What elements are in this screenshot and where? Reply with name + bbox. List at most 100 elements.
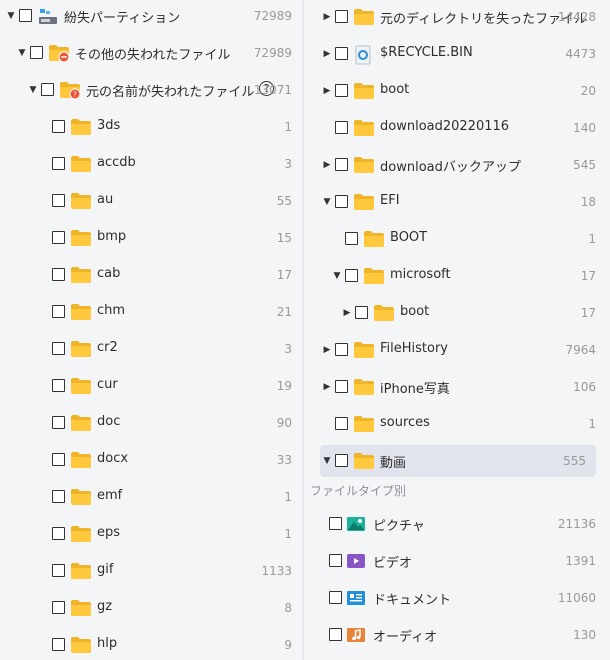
row-label: FileHistory (380, 341, 449, 356)
tree-row[interactable]: chm 21 (0, 296, 302, 328)
tree-row[interactable]: cur 19 (0, 370, 302, 402)
tree-row[interactable]: emf 1 (0, 481, 302, 513)
row-checkbox[interactable] (355, 306, 368, 319)
expand-arrow-down-icon[interactable]: ▼ (28, 85, 38, 95)
row-checkbox[interactable] (52, 305, 65, 318)
row-checkbox[interactable] (52, 342, 65, 355)
row-label: microsoft (390, 267, 451, 282)
row-checkbox[interactable] (335, 121, 348, 134)
tree-row[interactable]: ▶ 元のディレクトリを失ったファイル 14428 (304, 1, 606, 33)
tree-row[interactable]: hlp 9 (0, 629, 302, 660)
row-label: ピクチャ (373, 519, 425, 534)
row-checkbox[interactable] (335, 343, 348, 356)
filetype-row[interactable]: オーディオ 130 (304, 619, 606, 651)
row-checkbox[interactable] (335, 417, 348, 430)
row-count: 18 (580, 195, 596, 209)
expand-arrow-down-icon[interactable]: ▼ (332, 271, 342, 281)
tree-row[interactable]: docx 33 (0, 444, 302, 476)
expand-arrow-right-icon[interactable]: ▶ (322, 382, 332, 392)
row-checkbox[interactable] (52, 268, 65, 281)
row-checkbox[interactable] (329, 517, 342, 530)
tree-row[interactable]: ▼ microsoft 17 (304, 260, 606, 292)
row-count: 4473 (565, 47, 596, 61)
row-checkbox[interactable] (30, 46, 43, 59)
row-checkbox[interactable] (19, 9, 32, 22)
tree-row[interactable]: ▼ その他の失われたファイル 72989 (0, 37, 302, 69)
row-count: 1133 (261, 564, 292, 578)
expand-arrow-down-icon[interactable]: ▼ (322, 197, 332, 207)
row-label: accdb (97, 155, 136, 170)
row-checkbox[interactable] (52, 601, 65, 614)
row-checkbox[interactable] (52, 379, 65, 392)
row-checkbox[interactable] (52, 194, 65, 207)
tree-row[interactable]: gz 8 (0, 592, 302, 624)
tree-row[interactable]: ▼ EFI 18 (304, 186, 606, 218)
row-label: cr2 (97, 340, 118, 355)
tree-row[interactable]: ▶ boot 17 (304, 297, 606, 329)
row-checkbox[interactable] (345, 232, 358, 245)
tree-row[interactable]: BOOT 1 (304, 223, 606, 255)
row-count: 72989 (253, 46, 292, 60)
tree-row[interactable]: cr2 3 (0, 333, 302, 365)
folder-icon (70, 340, 92, 362)
row-checkbox[interactable] (52, 490, 65, 503)
row-checkbox[interactable] (335, 10, 348, 23)
expand-arrow-down-icon[interactable]: ▼ (322, 456, 332, 466)
tree-row[interactable]: ▼ 紛失パーティション 72989 (0, 0, 302, 32)
expand-arrow-right-icon[interactable]: ▶ (322, 160, 332, 170)
row-checkbox[interactable] (52, 231, 65, 244)
tree-row[interactable]: ▼ 動画 555 (320, 445, 596, 477)
tree-row[interactable]: download20220116 140 (304, 112, 606, 144)
row-checkbox[interactable] (329, 628, 342, 641)
row-label: $RECYCLE.BIN (380, 45, 473, 60)
row-checkbox[interactable] (329, 554, 342, 567)
tree-row[interactable]: eps 1 (0, 518, 302, 550)
tree-row[interactable]: ▶ FileHistory 7964 (304, 334, 606, 366)
tree-row[interactable]: au 55 (0, 185, 302, 217)
row-checkbox[interactable] (52, 120, 65, 133)
row-checkbox[interactable] (335, 380, 348, 393)
row-checkbox[interactable] (52, 416, 65, 429)
left-tree-pane[interactable]: ▼ 紛失パーティション 72989 ▼ その他の失われたファイル 72989 ▼? 元の名前が… (0, 0, 302, 660)
row-count: 545 (573, 158, 596, 172)
tree-row[interactable]: bmp 15 (0, 222, 302, 254)
row-checkbox[interactable] (52, 527, 65, 540)
row-checkbox[interactable] (335, 195, 348, 208)
expand-arrow-right-icon[interactable]: ▶ (342, 308, 352, 318)
tree-row[interactable]: 3ds 1 (0, 111, 302, 143)
tree-row[interactable]: ▶ iPhone写真 106 (304, 371, 606, 403)
row-count: 17 (276, 268, 292, 282)
filetype-row[interactable]: ドキュメント 11060 (304, 582, 606, 614)
expand-arrow-right-icon[interactable]: ▶ (322, 345, 332, 355)
tree-row[interactable]: accdb 3 (0, 148, 302, 180)
tree-row[interactable]: gif 1133 (0, 555, 302, 587)
tree-row[interactable]: ▶ boot 20 (304, 75, 606, 107)
tree-row[interactable]: ▼? 元の名前が失われたファイル? 13071 (0, 74, 302, 106)
row-checkbox[interactable] (335, 84, 348, 97)
row-count: 1 (588, 232, 596, 246)
row-checkbox[interactable] (52, 564, 65, 577)
row-checkbox[interactable] (52, 157, 65, 170)
expand-arrow-right-icon[interactable]: ▶ (322, 86, 332, 96)
row-checkbox[interactable] (52, 453, 65, 466)
folder-icon (353, 156, 375, 178)
expand-arrow-right-icon[interactable]: ▶ (322, 49, 332, 59)
row-checkbox[interactable] (335, 454, 348, 467)
expand-arrow-down-icon[interactable]: ▼ (6, 11, 16, 21)
row-checkbox[interactable] (52, 638, 65, 651)
right-tree-pane[interactable]: ▶ 元のディレクトリを失ったファイル 14428 ▶ $RECYCLE.BIN 4473 ▶… (304, 0, 610, 660)
tree-row[interactable]: cab 17 (0, 259, 302, 291)
tree-row[interactable]: ▶ $RECYCLE.BIN 4473 (304, 38, 606, 70)
expand-arrow-right-icon[interactable]: ▶ (322, 12, 332, 22)
row-checkbox[interactable] (345, 269, 358, 282)
tree-row[interactable]: sources 1 (304, 408, 606, 440)
filetype-row[interactable]: ビデオ 1391 (304, 545, 606, 577)
row-checkbox[interactable] (335, 158, 348, 171)
expand-arrow-down-icon[interactable]: ▼ (17, 48, 27, 58)
row-checkbox[interactable] (329, 591, 342, 604)
row-checkbox[interactable] (335, 47, 348, 60)
filetype-row[interactable]: ピクチャ 21136 (304, 508, 606, 540)
tree-row[interactable]: ▶ downloadバックアップ 545 (304, 149, 606, 181)
row-checkbox[interactable] (41, 83, 54, 96)
tree-row[interactable]: doc 90 (0, 407, 302, 439)
